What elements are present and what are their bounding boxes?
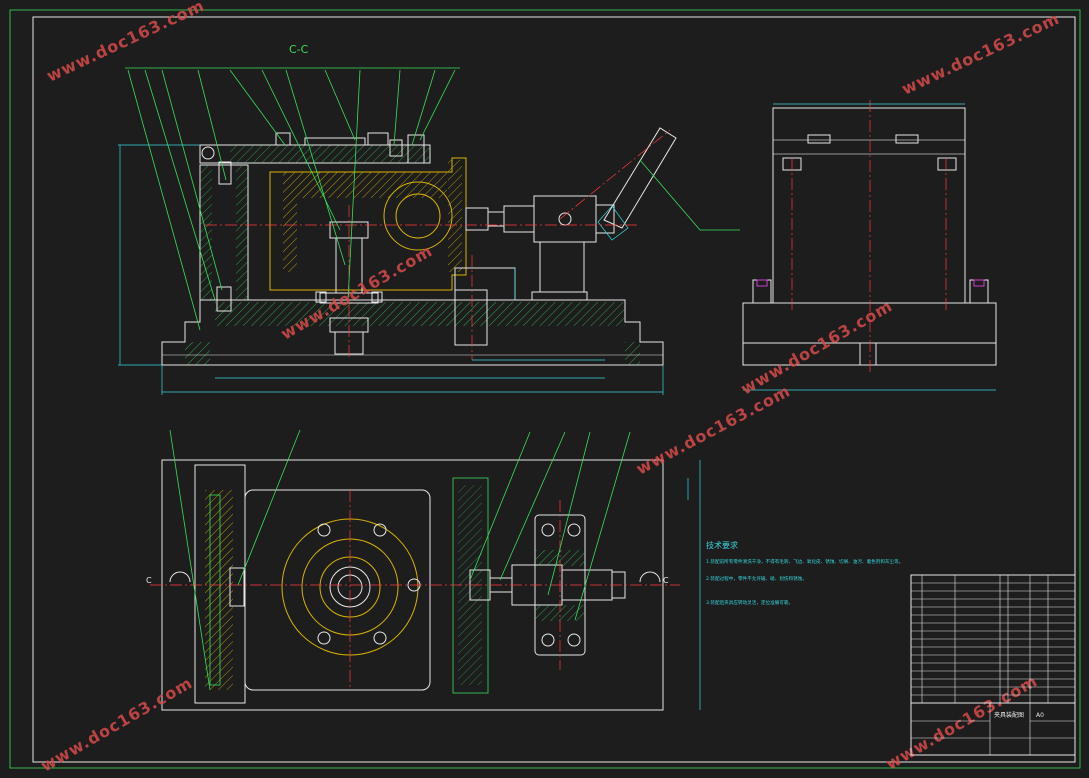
- side-view: [742, 100, 997, 391]
- technical-notes: 技术要求 1.装配前所有零件清洗干净，不得有毛刺、飞边、氧化皮、锈蚀、切屑、油污…: [706, 540, 903, 606]
- cad-drawing-canvas[interactable]: C-C www.doc163.com www.doc163.com www.do…: [0, 0, 1089, 778]
- svg-text:www.doc163.com: www.doc163.com: [38, 673, 196, 775]
- svg-text:www.doc163.com: www.doc163.com: [278, 241, 436, 343]
- svg-text:www.doc163.com: www.doc163.com: [899, 9, 1063, 99]
- notes-heading: 技术要求: [706, 540, 738, 550]
- drawing-svg: C-C www.doc163.com www.doc163.com www.do…: [9, 0, 1081, 775]
- section-label: C-C: [289, 43, 309, 56]
- section-mark-left: C: [146, 576, 152, 585]
- watermarks: www.doc163.com www.doc163.com www.doc163…: [38, 0, 1063, 775]
- svg-text:www.doc163.com: www.doc163.com: [883, 671, 1041, 773]
- svg-text:www.doc163.com: www.doc163.com: [738, 296, 896, 398]
- parts-list: [910, 574, 1076, 704]
- drawing-number: A0: [1036, 712, 1044, 719]
- note-2: 2.装配过程中，零件不允许磕、碰、划伤和锈蚀。: [706, 575, 807, 582]
- section-mark-right: C: [663, 576, 669, 585]
- top-view: [150, 459, 701, 711]
- outer-frame: [9, 9, 1081, 769]
- inner-frame: [32, 16, 1076, 763]
- svg-text:www.doc163.com: www.doc163.com: [633, 381, 794, 479]
- svg-text:www.doc163.com: www.doc163.com: [44, 0, 208, 86]
- drawing-title: 夹具装配图: [994, 711, 1024, 719]
- note-3: 3.装配后夹具应转动灵活，定位准确可靠。: [706, 599, 793, 606]
- note-1: 1.装配前所有零件清洗干净，不得有毛刺、飞边、氧化皮、锈蚀、切屑、油污、着色剂和…: [706, 558, 903, 565]
